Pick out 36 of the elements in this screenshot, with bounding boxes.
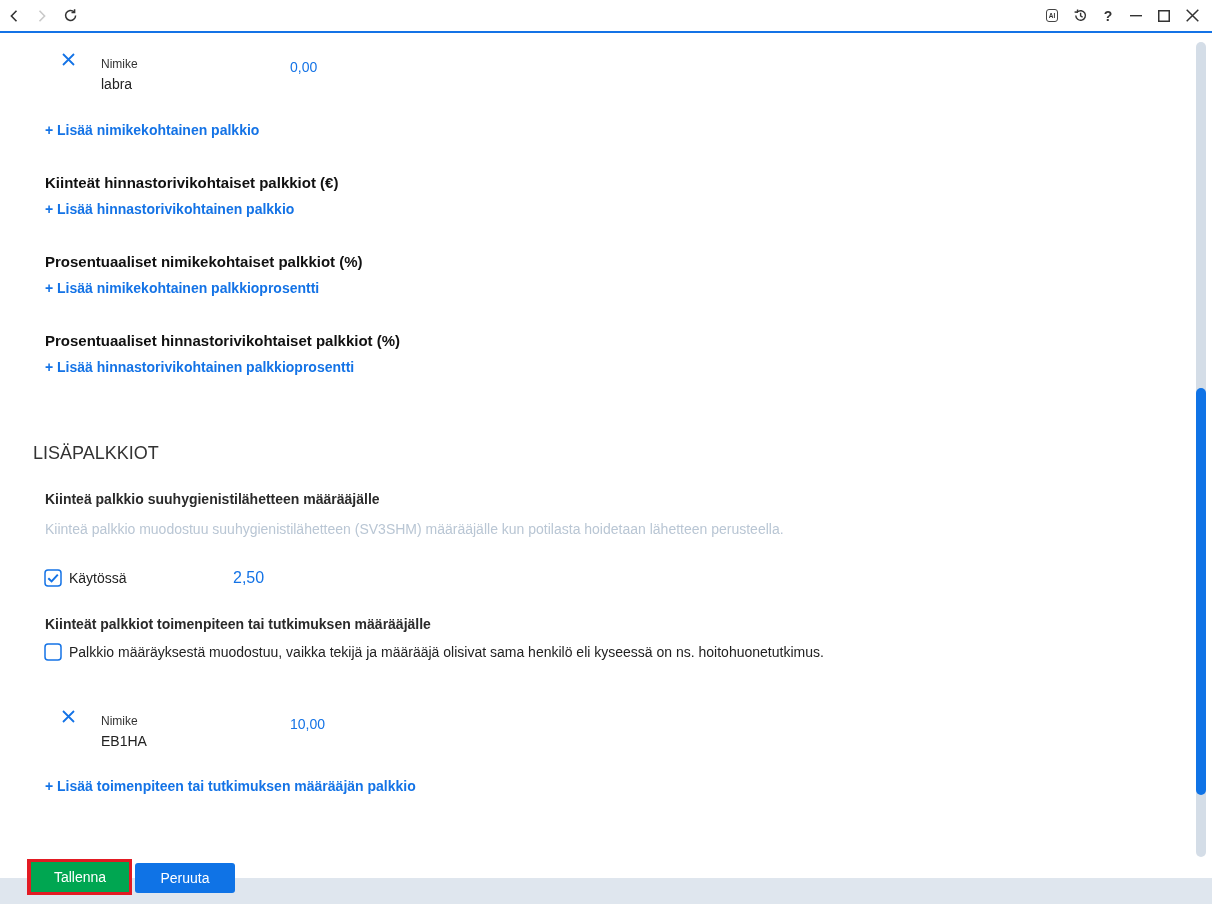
item-name: labra	[101, 75, 134, 94]
section-heading: Prosentuaaliset hinnastorivikohtaiset palkkiot (%)	[45, 331, 402, 351]
section-title: LISÄPALKKIOT	[33, 442, 160, 465]
history-icon[interactable]	[1073, 9, 1087, 22]
field-label: Nimike	[101, 56, 139, 72]
add-link[interactable]: + Lisää nimikekohtainen palkkioprosentti	[45, 278, 320, 298]
reload-icon[interactable]	[63, 9, 77, 22]
subsection-heading: Kiinteät palkkiot toimenpiteen tai tutkimuksen määrääjälle	[45, 615, 432, 634]
checkbox[interactable]	[44, 643, 62, 661]
description-text: Kiinteä palkkio muodostuu suuhygienistilähetteen (SV3SHM) määrääjälle kun potilasta hoidetaan lähetteen perusteella.	[45, 520, 785, 539]
cross-icon[interactable]	[62, 710, 75, 723]
cancel-button[interactable]: Peruuta	[135, 863, 235, 893]
close-icon[interactable]	[1185, 9, 1199, 22]
checkbox-label: Palkkio määräyksestä muodostuu, vaikka tekijä ja määrääjä olisivat sama henkilö eli kyseessä on ns. hoitohuonetutkimus.	[69, 643, 824, 662]
minimize-icon[interactable]	[1130, 14, 1142, 17]
subsection-heading: Kiinteä palkkio suuhygienistilähetteen määrääjälle	[45, 490, 381, 509]
add-link[interactable]: + Lisää hinnastorivikohtainen palkkioprosentti	[45, 357, 355, 377]
amount-value[interactable]: 10,00	[290, 714, 326, 734]
help-button[interactable]: ?	[1103, 7, 1113, 24]
cross-icon[interactable]	[62, 53, 75, 66]
checkbox-label: Käytössä	[69, 569, 128, 588]
item-name: EB1HA	[101, 732, 148, 751]
add-link[interactable]: + Lisää hinnastorivikohtainen palkkio	[45, 199, 295, 219]
amount-value[interactable]: 0,00	[290, 57, 318, 77]
checkbox[interactable]	[44, 569, 62, 587]
maximize-icon[interactable]	[1158, 9, 1170, 22]
add-link[interactable]: + Lisää toimenpiteen tai tutkimuksen määrääjän palkkio	[45, 776, 416, 796]
field-label: Nimike	[101, 713, 139, 729]
section-heading: Kiinteät hinnastorivikohtaiset palkkiot (€)	[45, 173, 340, 193]
save-button[interactable]: Tallenna	[27, 859, 132, 895]
back-icon[interactable]	[10, 9, 18, 22]
amount-value[interactable]: 2,50	[233, 568, 265, 588]
scrollbar-thumb[interactable]	[1196, 388, 1206, 795]
scrollbar-track[interactable]	[1196, 42, 1206, 857]
add-link[interactable]: + Lisää nimikekohtainen palkkio	[45, 120, 260, 140]
section-heading: Prosentuaaliset nimikekohtaiset palkkiot (%)	[45, 252, 364, 272]
